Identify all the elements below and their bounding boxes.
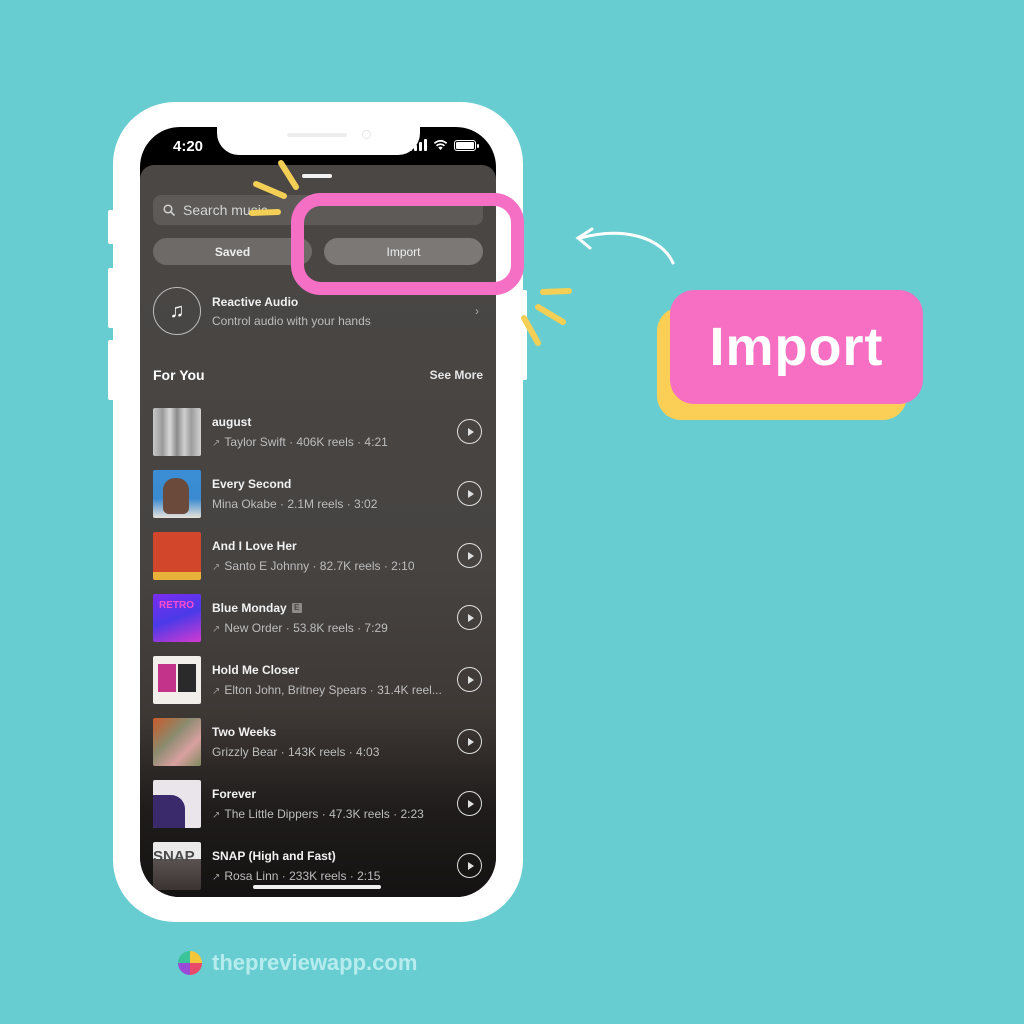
import-callout-label: Import	[670, 290, 923, 404]
footer-brand: thepreviewapp.com	[178, 950, 417, 976]
sparkle-lines-top	[249, 160, 299, 216]
arrow-icon	[575, 227, 675, 265]
brand-logo-icon	[178, 951, 202, 975]
annotation-strokes	[249, 160, 675, 346]
sparkle-lines-right	[521, 288, 572, 346]
brand-url: thepreviewapp.com	[212, 950, 418, 975]
